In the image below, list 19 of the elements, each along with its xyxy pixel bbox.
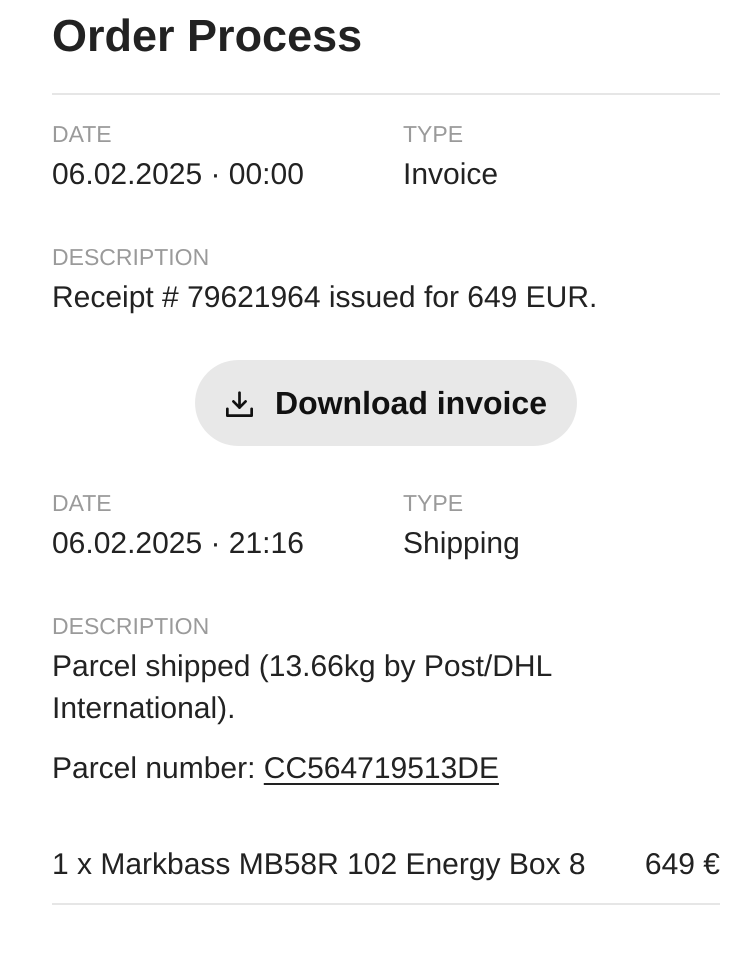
parcel-number-text: Parcel number: CC564719513DE xyxy=(52,751,500,787)
field-label: DESCRIPTION xyxy=(52,243,210,271)
item-price: 649 € xyxy=(644,847,720,883)
description-text: Parcel shipped (13.66kg by Post/DHL International). xyxy=(52,649,552,727)
date-value: 06.02.2025 · 21:16 xyxy=(52,526,304,562)
field-label: DATE xyxy=(52,489,112,517)
date-value: 06.02.2025 · 00:00 xyxy=(52,157,304,193)
field-label: TYPE xyxy=(403,489,464,517)
item-name: 1 x Markbass MB58R 102 Energy Box 8 xyxy=(52,847,586,883)
type-value: Invoice xyxy=(403,157,498,193)
page-title: Order Process xyxy=(52,9,364,63)
field-label: DATE xyxy=(52,120,112,148)
tracking-link[interactable]: CC564719513DE xyxy=(264,752,499,785)
field-label: TYPE xyxy=(403,120,464,148)
download-invoice-button[interactable]: Download invoice xyxy=(194,360,578,446)
field-label: DESCRIPTION xyxy=(52,612,210,640)
description-text: Receipt # 79621964 issued for 649 EUR. xyxy=(52,280,598,316)
type-value: Shipping xyxy=(403,526,520,562)
download-icon xyxy=(226,390,253,416)
